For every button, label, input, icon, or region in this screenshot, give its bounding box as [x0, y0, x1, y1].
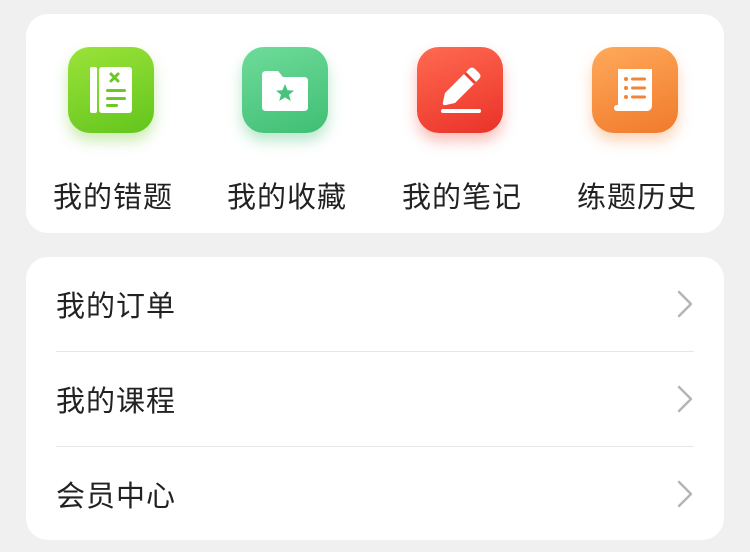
- quick-action-history[interactable]: 练题历史: [550, 14, 724, 233]
- menu-item-courses[interactable]: 我的课程: [26, 352, 724, 446]
- menu-item-membership[interactable]: 会员中心: [26, 447, 724, 541]
- favorites-folder-star-icon: [242, 47, 328, 133]
- chevron-right-icon: [677, 290, 693, 318]
- quick-action-label: 我的错题: [52, 180, 173, 214]
- menu-item-orders[interactable]: 我的订单: [26, 257, 724, 351]
- quick-action-label: 我的收藏: [226, 180, 347, 214]
- menu-list-card: 我的订单 我的课程 会员中心: [26, 257, 724, 540]
- quick-action-favorites[interactable]: 我的收藏: [200, 14, 374, 233]
- notes-pen-icon: [417, 47, 503, 133]
- menu-item-label: 我的课程: [56, 384, 177, 418]
- menu-item-label: 我的订单: [56, 289, 177, 323]
- menu-item-label: 会员中心: [56, 479, 177, 513]
- quick-action-wrong-questions[interactable]: 我的错题: [26, 14, 200, 233]
- quick-actions-card: 我的错题 我的收藏 我的笔记 练题历史: [26, 14, 724, 233]
- chevron-right-icon: [677, 385, 693, 413]
- quick-action-label: 我的笔记: [401, 180, 522, 214]
- quick-action-label: 练题历史: [576, 180, 697, 214]
- chevron-right-icon: [677, 480, 693, 508]
- history-scroll-icon: [592, 47, 678, 133]
- wrong-questions-notebook-icon: [68, 47, 154, 133]
- quick-action-notes[interactable]: 我的笔记: [375, 14, 549, 233]
